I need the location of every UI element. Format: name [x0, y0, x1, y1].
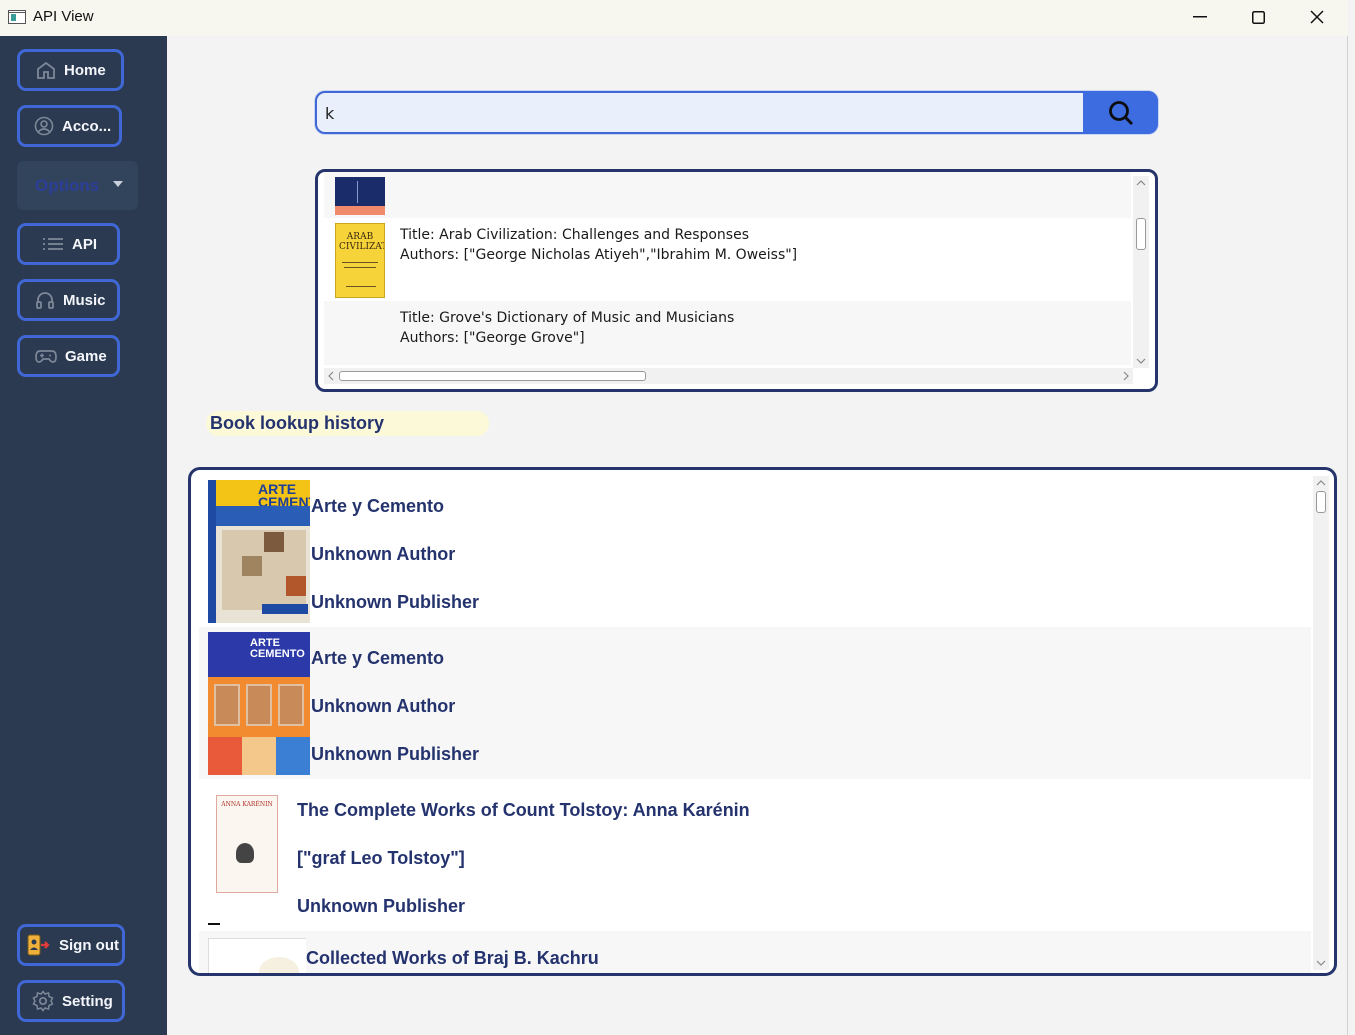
setting-label: Setting: [62, 992, 113, 1010]
result-title: Title: Arab Civilization: Challenges and…: [400, 227, 750, 243]
history-publisher: Unknown Publisher: [297, 896, 466, 916]
results-horizontal-scrollbar[interactable]: [324, 368, 1133, 384]
history-author: Unknown Author: [311, 544, 456, 564]
title-bar: API View: [0, 0, 1348, 36]
book-cover: ARTE CEMENTO: [208, 632, 310, 775]
home-button[interactable]: Home: [17, 49, 124, 91]
close-button[interactable]: [1288, 0, 1346, 34]
gamepad-icon: [35, 350, 57, 363]
music-label: Music: [63, 291, 106, 309]
sign-out-button[interactable]: Sign out: [17, 924, 125, 966]
chevron-up-icon: [1136, 180, 1146, 186]
account-button[interactable]: Acco...: [17, 105, 122, 147]
book-cover: ARAB CIVILIZATION: [335, 223, 385, 298]
search-icon: [1108, 100, 1133, 125]
search-button[interactable]: [1083, 91, 1158, 134]
game-label: Game: [65, 347, 107, 365]
sidebar: Home Acco... Options API Music Game Sign…: [0, 36, 167, 1035]
book-cover: [335, 177, 385, 215]
game-button[interactable]: Game: [17, 335, 120, 377]
history-vertical-scrollbar[interactable]: [1313, 476, 1329, 970]
maximize-button[interactable]: [1229, 0, 1287, 34]
api-label: API: [72, 235, 98, 253]
list-icon: [43, 238, 63, 250]
app-window: API View Home Acco... Options API Music …: [0, 0, 1348, 1035]
chevron-down-icon: [113, 181, 123, 187]
history-row[interactable]: ARTE CEMENTO Arte y Cemento Unknown Auth…: [199, 470, 1311, 627]
search-input[interactable]: [325, 99, 1075, 127]
result-title: Title: Grove's Dictionary of Music and M…: [400, 310, 735, 326]
history-row[interactable]: ARTE CEMENTO Arte y Cemento Unknown Auth…: [199, 627, 1311, 779]
history-list: ARTE CEMENTO Arte y Cemento Unknown Auth…: [188, 467, 1337, 976]
chevron-up-icon: [1316, 480, 1326, 486]
headphones-icon: [36, 292, 54, 309]
close-icon: [1310, 10, 1324, 24]
scroll-thumb[interactable]: [1316, 491, 1326, 513]
history-label: Book lookup history: [206, 411, 489, 436]
result-row[interactable]: ARAB CIVILIZATION Title: Arab Civilizati…: [324, 218, 1131, 301]
app-icon: [8, 10, 26, 24]
setting-button[interactable]: Setting: [17, 980, 125, 1022]
account-label: Acco...: [62, 117, 112, 135]
result-authors: Authors: ["George Nicholas Atiyeh","Ibra…: [400, 247, 798, 263]
search-bar: [315, 91, 1158, 134]
account-icon: [34, 116, 54, 136]
history-title: Arte y Cemento: [311, 648, 445, 668]
minimize-icon: [1193, 16, 1207, 18]
minimize-button[interactable]: [1171, 0, 1229, 34]
result-row[interactable]: Title: Grove's Dictionary of Music and M…: [324, 301, 1131, 365]
book-cover: ANNA KARÉNIN: [208, 785, 296, 927]
chevron-down-icon: [1136, 358, 1146, 364]
window-title: API View: [33, 8, 94, 25]
scroll-thumb[interactable]: [339, 371, 646, 381]
music-button[interactable]: Music: [17, 279, 120, 321]
api-button[interactable]: API: [17, 223, 120, 265]
history-title: Collected Works of Braj B. Kachru: [306, 948, 599, 968]
search-results-list: ARAB CIVILIZATION Title: Arab Civilizati…: [315, 169, 1158, 392]
scroll-thumb[interactable]: [1136, 218, 1146, 250]
history-title: Arte y Cemento: [311, 496, 445, 516]
sign-out-label: Sign out: [59, 936, 119, 954]
book-cover: ARTE CEMENTO: [208, 480, 310, 623]
history-row[interactable]: Collected Works of Braj B. Kachru: [199, 931, 1311, 973]
result-row[interactable]: [324, 172, 1131, 218]
result-authors: Authors: ["George Grove"]: [400, 330, 585, 346]
chevron-right-icon: [1123, 371, 1129, 381]
chevron-left-icon: [328, 371, 334, 381]
gear-icon: [32, 990, 54, 1012]
sign-out-icon: [27, 934, 50, 956]
home-icon: [37, 61, 55, 79]
history-row[interactable]: ANNA KARÉNIN The Complete Works of Count…: [199, 779, 1311, 931]
history-title: The Complete Works of Count Tolstoy: Ann…: [297, 800, 750, 820]
history-publisher: Unknown Publisher: [311, 592, 480, 612]
options-label: Options: [35, 175, 100, 195]
chevron-down-icon: [1316, 960, 1326, 966]
maximize-icon: [1251, 10, 1265, 24]
options-dropdown[interactable]: Options: [17, 161, 138, 210]
results-vertical-scrollbar[interactable]: [1133, 176, 1149, 368]
book-cover: [208, 938, 306, 973]
history-publisher: Unknown Publisher: [311, 744, 480, 764]
history-author: ["graf Leo Tolstoy"]: [297, 848, 465, 868]
home-label: Home: [64, 61, 106, 79]
history-author: Unknown Author: [311, 696, 456, 716]
